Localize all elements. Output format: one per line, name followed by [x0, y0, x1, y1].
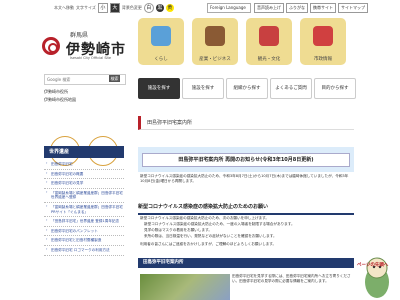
tile-label: 観光・文化 [257, 57, 281, 62]
mascot-image [365, 257, 389, 298]
covid-heading: 新型コロナウイルス感染症の感染拡大防止のためのお願い [138, 201, 354, 215]
city-hall-link[interactable]: 伊勢崎市役所 [44, 88, 76, 96]
family-icon [151, 26, 171, 46]
search-button[interactable]: 検索 [109, 75, 120, 82]
side-links: 伊勢崎市役所 伊勢崎市役所地図 [44, 88, 76, 104]
sidebar-heading: 世界遺産 [44, 146, 124, 158]
covid-intro: 新型コロナウイルス感染症の感染拡大防止のため、次のお願いを申し上げます。 [140, 216, 270, 220]
logo-english: Isesaki City Official Site [70, 56, 112, 60]
nav-find-facility[interactable]: 施設を探す [138, 78, 180, 99]
read-aloud-link[interactable]: 音声読み上げ [254, 3, 284, 13]
covid-item: 見学の際はマスクの着用をお願いします。 [144, 228, 212, 232]
furigana-link[interactable]: ふりがな [286, 3, 308, 13]
covid-item: 来所の際は、当日検温を行い、発熱などの症状がないことを確認をお願いします。 [144, 234, 277, 238]
utility-bar: 本文へ移動 文字サイズ 小 大 背景色変更 白 黒 黄 [54, 2, 174, 14]
skip-link[interactable]: 本文へ移動 [54, 5, 74, 11]
tile-tourism[interactable]: 観光・文化 [246, 18, 292, 65]
top-nav: 音声読み上げ ふりがな 携帯サイト サイトマップ [254, 3, 368, 13]
tile-label: 市政情報 [314, 57, 332, 62]
sidebar-list: 田島弥平旧宅 田島弥平旧宅の概要 田島弥平旧宅の見学 「富岡製糸場と絹産業遺産群… [44, 160, 124, 256]
lantern-icon [259, 26, 279, 46]
tile-label: くらし [154, 57, 168, 62]
covid-closing: 利用者の皆さんにはご迷惑をおかけしますが、ご理解のほどよろしくお願いします。 [140, 242, 277, 246]
sidebar-item[interactable]: 田島弥平旧宅と旧島村蚕種製造 [44, 236, 124, 246]
nav-find-department[interactable]: 組織から探す [226, 78, 268, 99]
sidebar-item[interactable]: 「富岡製糸場と絹産業遺産群」田島弥平旧宅 世界遺産へ登録 [44, 189, 124, 203]
tile-city-info[interactable]: 市政情報 [300, 18, 346, 65]
city-hall-map-link[interactable]: 伊勢崎市役所地図 [44, 96, 76, 104]
tile-business[interactable]: 産業・ビジネス [192, 18, 238, 65]
bg-yellow-button[interactable]: 黄 [165, 4, 174, 12]
notice-body: 新型コロナウイルス感染症の感染拡大防止のため、令和3年8月7日(土)から10月7… [140, 174, 349, 183]
nav-find-purpose[interactable]: 目的から探す [314, 78, 356, 99]
nav-faq[interactable]: よくあるご質問 [270, 78, 312, 99]
sidebar-item[interactable]: 田島弥平旧宅のパンフレット [44, 227, 124, 237]
tile-label: 産業・ビジネス [199, 57, 231, 62]
mobile-site-link[interactable]: 携帯サイト [310, 3, 336, 13]
news-icon [313, 26, 333, 46]
bg-white-button[interactable]: 白 [143, 3, 154, 13]
info-text: 田島弥平旧宅を見学する際には、田島弥平旧宅案内所へお立ち寄りください。田島弥平旧… [232, 274, 351, 283]
sidebar-item[interactable]: 「田島弥平旧宅」世界遺産 登録1周年記念 [44, 217, 124, 227]
briefcase-icon [205, 26, 225, 46]
page-top-link[interactable]: ページの先頭へ [357, 262, 388, 268]
page-title: 田島弥平旧宅案内所 [138, 116, 354, 130]
font-size-label: 文字サイズ [76, 5, 96, 10]
tile-kurashi[interactable]: くらし [138, 18, 184, 65]
logo-prefecture: 群馬県 [70, 32, 89, 39]
notice-title: 田島弥平旧宅案内所 再開のお知らせ(令和3年10月8日更新) [142, 153, 350, 167]
sidebar-item[interactable]: 田島弥平旧宅 ロゴマークの利用方法 [44, 246, 124, 256]
sidebar-item[interactable]: 田島弥平旧宅 [44, 160, 124, 170]
sidebar-item[interactable]: 「富岡製糸場と絹産業遺産群」田島弥平旧宅 PRサイト「ぐんまる」 [44, 203, 124, 218]
sidebar-item[interactable]: 田島弥平旧宅の見学 [44, 179, 124, 189]
covid-item: 新型コロナウイルス感染症の感染拡大防止のため、一度の入場者を制限する場合がありま… [144, 222, 295, 226]
sidebar-item[interactable]: 田島弥平旧宅の概要 [44, 170, 124, 180]
sitemap-link[interactable]: サイトマップ [338, 3, 368, 13]
bg-black-button[interactable]: 黒 [155, 4, 164, 12]
city-emblem-icon[interactable] [42, 37, 60, 55]
info-heading: 田島弥平旧宅案内所 [138, 258, 354, 268]
bg-color-label: 背景色変更 [121, 5, 142, 10]
nav-find-facility-2[interactable]: 施設を探す [182, 78, 224, 99]
house-photo [140, 274, 230, 300]
font-large-button[interactable]: 大 [109, 3, 120, 13]
language-select[interactable]: Foreign Language [207, 3, 251, 13]
font-small-button[interactable]: 小 [97, 3, 108, 13]
